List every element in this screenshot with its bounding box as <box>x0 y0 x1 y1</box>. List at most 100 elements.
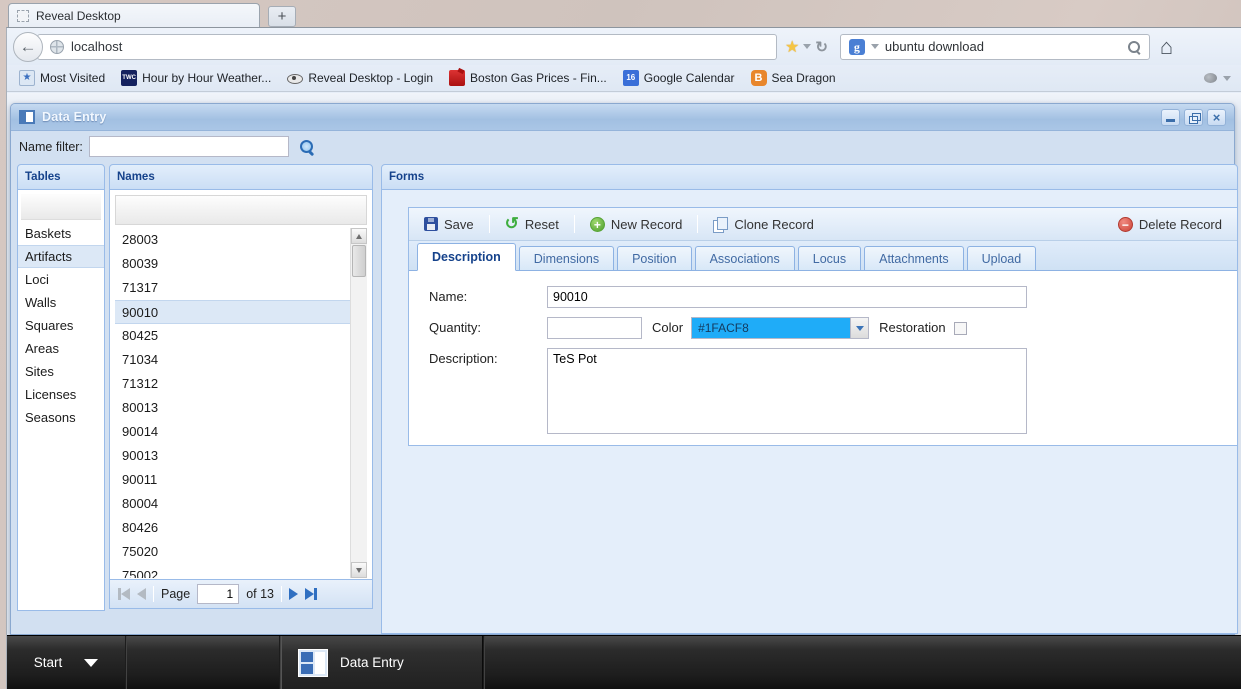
save-button[interactable]: Save <box>417 214 481 235</box>
window-titlebar[interactable]: Data Entry × <box>11 104 1234 131</box>
toolbar-separator <box>697 215 698 233</box>
bookmark-star-icon[interactable]: ★ <box>785 37 799 57</box>
data-entry-window: Data Entry × Name filter: Tables <box>10 103 1235 635</box>
name-item[interactable]: 80425 <box>115 324 350 348</box>
name-item[interactable]: 75020 <box>115 540 350 564</box>
google-search-icon[interactable]: g <box>849 39 865 55</box>
clone-record-button[interactable]: Clone Record <box>706 214 821 235</box>
close-button[interactable]: × <box>1207 109 1226 126</box>
name-item[interactable]: 28003 <box>115 228 350 252</box>
tab-dimensions[interactable]: Dimensions <box>519 246 614 270</box>
page-label: Page <box>161 587 190 601</box>
bookmark-google-calendar[interactable]: 16 Google Calendar <box>617 68 741 88</box>
tab-locus[interactable]: Locus <box>798 246 861 270</box>
name-item[interactable]: 80426 <box>115 516 350 540</box>
names-scrollbar[interactable] <box>350 228 367 578</box>
bookmark-reveal-login[interactable]: Reveal Desktop - Login <box>281 68 439 88</box>
name-item[interactable]: 71034 <box>115 348 350 372</box>
table-item-loci[interactable]: Loci <box>18 268 104 291</box>
reload-icon[interactable]: ↻ <box>815 38 828 56</box>
bookmark-weather[interactable]: TWC Hour by Hour Weather... <box>115 68 277 88</box>
tab-attachments[interactable]: Attachments <box>864 246 963 270</box>
bookmark-caret-icon[interactable] <box>803 44 811 49</box>
description-field[interactable]: TeS Pot <box>547 348 1027 434</box>
back-button[interactable]: ← <box>13 32 43 62</box>
reset-icon: ↺ <box>505 217 519 231</box>
search-box[interactable]: g ubuntu download <box>840 34 1150 60</box>
search-engine-caret-icon[interactable] <box>871 44 879 49</box>
table-item-baskets[interactable]: Baskets <box>18 222 104 245</box>
app-taskbar: Start Data Entry <box>7 635 1241 689</box>
name-item[interactable]: 90013 <box>115 444 350 468</box>
scroll-down-icon[interactable] <box>351 562 367 578</box>
scroll-up-icon[interactable] <box>351 228 367 244</box>
name-filter-search-button[interactable] <box>295 135 319 158</box>
restore-button[interactable] <box>1184 109 1203 126</box>
name-item[interactable]: 90011 <box>115 468 350 492</box>
name-item[interactable]: 90014 <box>115 420 350 444</box>
table-item-areas[interactable]: Areas <box>18 337 104 360</box>
color-combobox[interactable]: #1FACF8 <box>691 317 869 339</box>
delete-record-label: Delete Record <box>1139 217 1222 232</box>
delete-record-button[interactable]: − Delete Record <box>1111 214 1229 235</box>
page-number-input[interactable] <box>197 584 239 604</box>
reset-button[interactable]: ↺ Reset <box>498 214 566 235</box>
twc-icon: TWC <box>121 70 137 86</box>
browser-tab[interactable]: Reveal Desktop <box>8 3 260 27</box>
taskbar-spacer <box>127 636 279 689</box>
table-item-walls[interactable]: Walls <box>18 291 104 314</box>
tab-upload[interactable]: Upload <box>967 246 1037 270</box>
start-button[interactable]: Start <box>7 636 125 689</box>
table-item-licenses[interactable]: Licenses <box>18 383 104 406</box>
name-item[interactable]: 71312 <box>115 372 350 396</box>
last-page-button[interactable] <box>305 588 317 600</box>
bookmark-most-visited[interactable]: ★ Most Visited <box>13 68 111 88</box>
fly-icon <box>1204 73 1217 83</box>
bookmarks-overflow[interactable] <box>1204 73 1231 83</box>
home-button-icon[interactable]: ⌂ <box>1160 37 1173 57</box>
bookmark-gas-prices[interactable]: Boston Gas Prices - Fin... <box>443 68 613 88</box>
name-item[interactable]: 80039 <box>115 252 350 276</box>
table-item-squares[interactable]: Squares <box>18 314 104 337</box>
tab-associations[interactable]: Associations <box>695 246 795 270</box>
table-item-seasons[interactable]: Seasons <box>18 406 104 429</box>
name-item[interactable]: 75002 <box>115 564 350 578</box>
next-page-button[interactable] <box>289 588 298 600</box>
bookmark-sea-dragon[interactable]: B Sea Dragon <box>745 68 842 88</box>
url-bar[interactable]: localhost <box>37 34 777 60</box>
description-field-row: Description: TeS Pot <box>429 348 1237 434</box>
names-list-viewport: 28003 80039 71317 90010 80425 71034 7131… <box>115 228 350 578</box>
name-item-selected[interactable]: 90010 <box>115 300 350 324</box>
calendar-icon: 16 <box>623 70 639 86</box>
quantity-field[interactable] <box>547 317 642 339</box>
search-input[interactable]: ubuntu download <box>885 39 1121 54</box>
new-tab-button[interactable]: + <box>268 6 296 27</box>
color-dropdown-button[interactable] <box>850 318 868 338</box>
data-entry-window-icon <box>298 649 328 677</box>
tab-description[interactable]: Description <box>417 243 516 271</box>
toolbar-separator <box>574 215 575 233</box>
name-field-row: Name: <box>429 286 1237 308</box>
most-visited-icon: ★ <box>19 70 35 86</box>
first-page-button[interactable] <box>118 588 130 600</box>
bookmark-label: Most Visited <box>40 71 105 85</box>
minimize-button[interactable] <box>1161 109 1180 126</box>
save-icon <box>424 217 438 231</box>
bookmark-label: Hour by Hour Weather... <box>142 71 271 85</box>
url-text: localhost <box>71 39 122 54</box>
name-field[interactable] <box>547 286 1027 308</box>
taskbar-item-data-entry[interactable]: Data Entry <box>281 636 483 689</box>
name-item[interactable]: 80004 <box>115 492 350 516</box>
table-item-artifacts[interactable]: Artifacts <box>18 245 104 268</box>
tab-position[interactable]: Position <box>617 246 691 270</box>
scrollbar-thumb[interactable] <box>352 245 366 277</box>
prev-page-button[interactable] <box>137 588 146 600</box>
name-item[interactable]: 71317 <box>115 276 350 300</box>
search-go-icon[interactable] <box>1127 40 1141 54</box>
name-filter-input[interactable] <box>89 136 289 157</box>
name-item[interactable]: 80013 <box>115 396 350 420</box>
new-record-button[interactable]: + New Record <box>583 214 690 235</box>
table-item-sites[interactable]: Sites <box>18 360 104 383</box>
names-panel-body: 28003 80039 71317 90010 80425 71034 7131… <box>109 190 373 609</box>
restoration-checkbox[interactable] <box>954 322 967 335</box>
